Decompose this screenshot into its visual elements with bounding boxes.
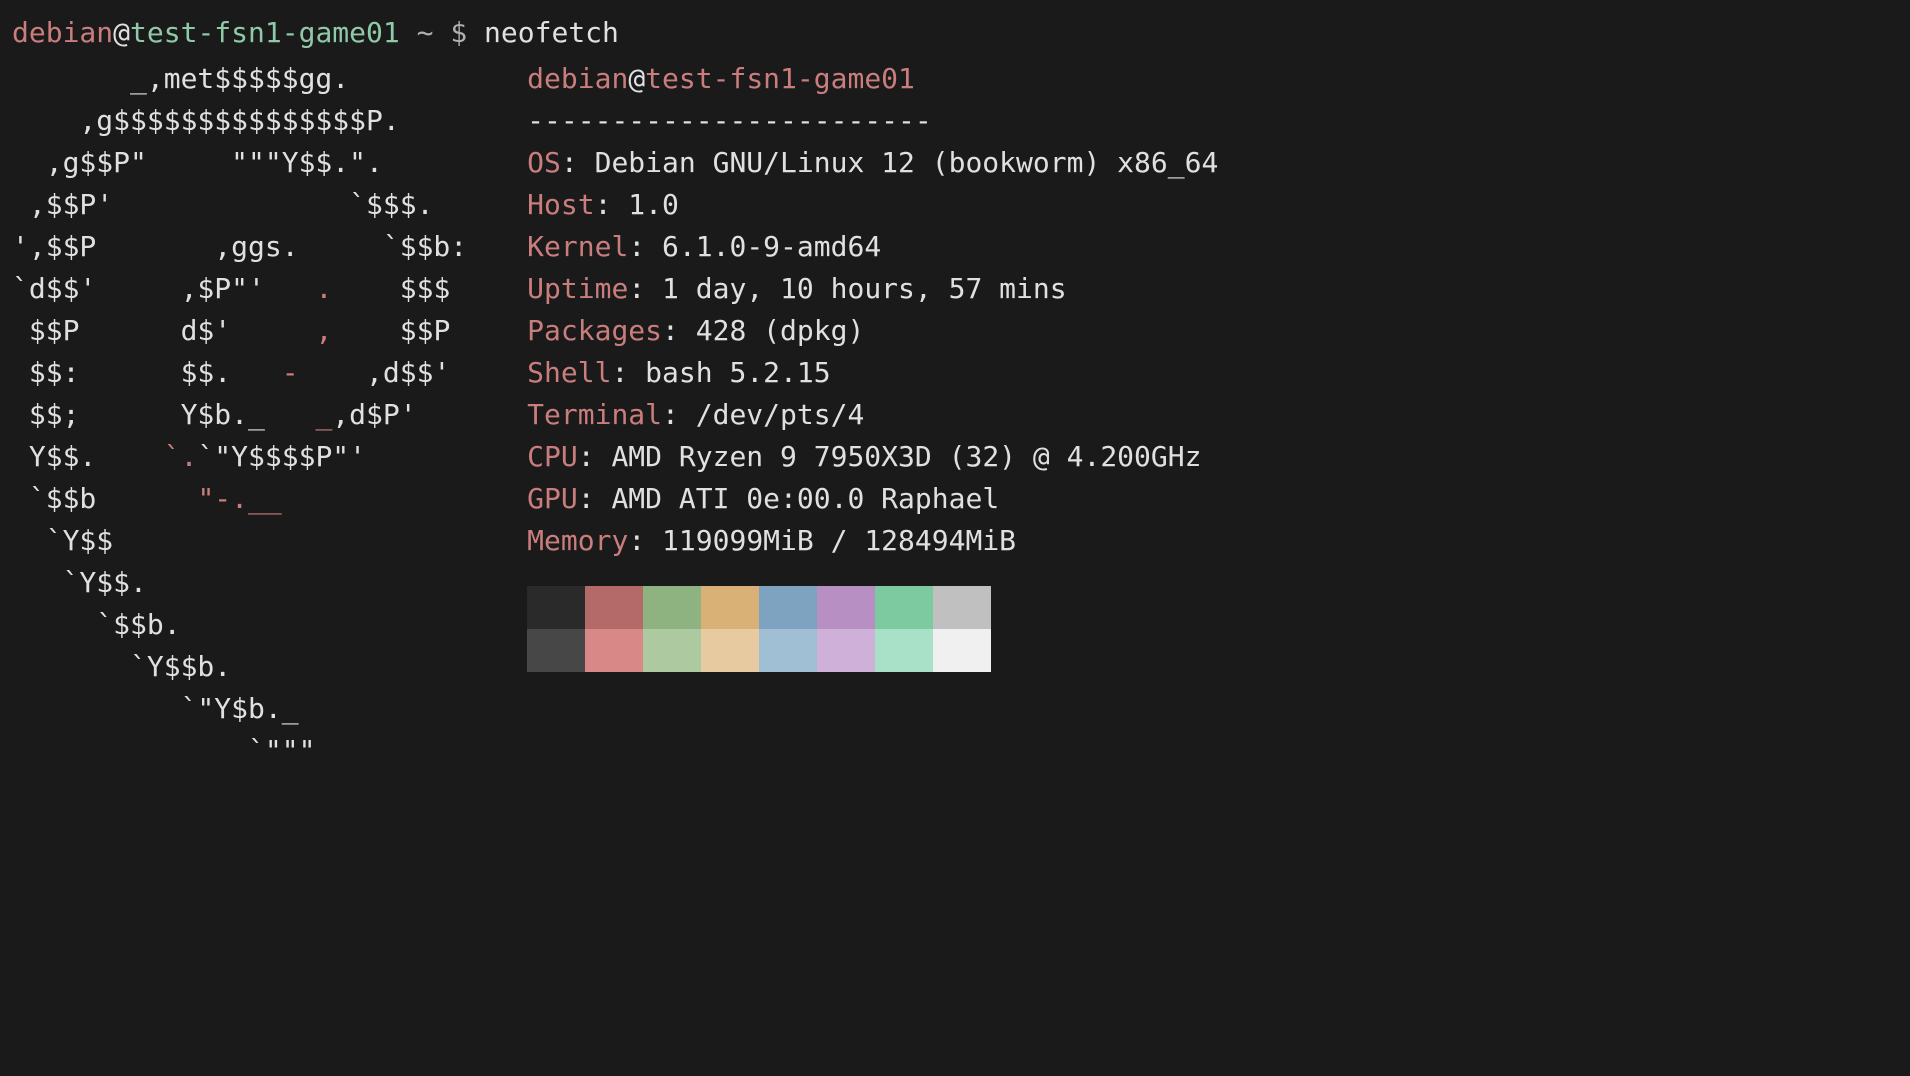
color-palette (527, 586, 1218, 672)
info-host-row: Host: 1.0 (527, 184, 1218, 226)
info-memory: Memory: 119099MiB / 128494MiB (527, 520, 1218, 562)
system-info: debian@test-fsn1-game01 ----------------… (527, 58, 1218, 672)
color-swatch (817, 586, 875, 629)
color-swatch (759, 629, 817, 672)
color-swatch (817, 629, 875, 672)
color-swatch (759, 586, 817, 629)
prompt-at: @ (113, 16, 130, 49)
color-swatch (585, 629, 643, 672)
color-row-dark (527, 586, 1218, 629)
color-row-light (527, 629, 1218, 672)
info-shell: Shell: bash 5.2.15 (527, 352, 1218, 394)
info-packages: Packages: 428 (dpkg) (527, 310, 1218, 352)
color-swatch (527, 629, 585, 672)
info-at: @ (628, 62, 645, 95)
info-gpu: GPU: AMD ATI 0e:00.0 Raphael (527, 478, 1218, 520)
color-swatch (933, 629, 991, 672)
info-host: test-fsn1-game01 (645, 62, 915, 95)
prompt-host: test-fsn1-game01 (130, 16, 400, 49)
info-terminal: Terminal: /dev/pts/4 (527, 394, 1218, 436)
prompt-user: debian (12, 16, 113, 49)
info-os: OS: Debian GNU/Linux 12 (bookworm) x86_6… (527, 142, 1218, 184)
info-user: debian (527, 62, 628, 95)
info-cpu: CPU: AMD Ryzen 9 7950X3D (32) @ 4.200GHz (527, 436, 1218, 478)
neofetch-output: _,met$$$$$gg. ,g$$$$$$$$$$$$$$$P. ,g$$P"… (12, 58, 1898, 772)
color-swatch (875, 629, 933, 672)
color-swatch (643, 586, 701, 629)
color-swatch (701, 586, 759, 629)
shell-prompt-line[interactable]: debian@test-fsn1-game01 ~ $ neofetch (12, 12, 1898, 54)
prompt-symbol: $ (450, 16, 467, 49)
color-swatch (527, 586, 585, 629)
color-swatch (875, 586, 933, 629)
ascii-logo: _,met$$$$$gg. ,g$$$$$$$$$$$$$$$P. ,g$$P"… (12, 58, 467, 772)
prompt-command: neofetch (484, 16, 619, 49)
color-swatch (701, 629, 759, 672)
color-swatch (933, 586, 991, 629)
info-header: debian@test-fsn1-game01 (527, 58, 1218, 100)
prompt-path: ~ (417, 16, 434, 49)
color-swatch (585, 586, 643, 629)
info-separator: ------------------------ (527, 100, 1218, 142)
info-uptime: Uptime: 1 day, 10 hours, 57 mins (527, 268, 1218, 310)
color-swatch (643, 629, 701, 672)
info-kernel: Kernel: 6.1.0-9-amd64 (527, 226, 1218, 268)
